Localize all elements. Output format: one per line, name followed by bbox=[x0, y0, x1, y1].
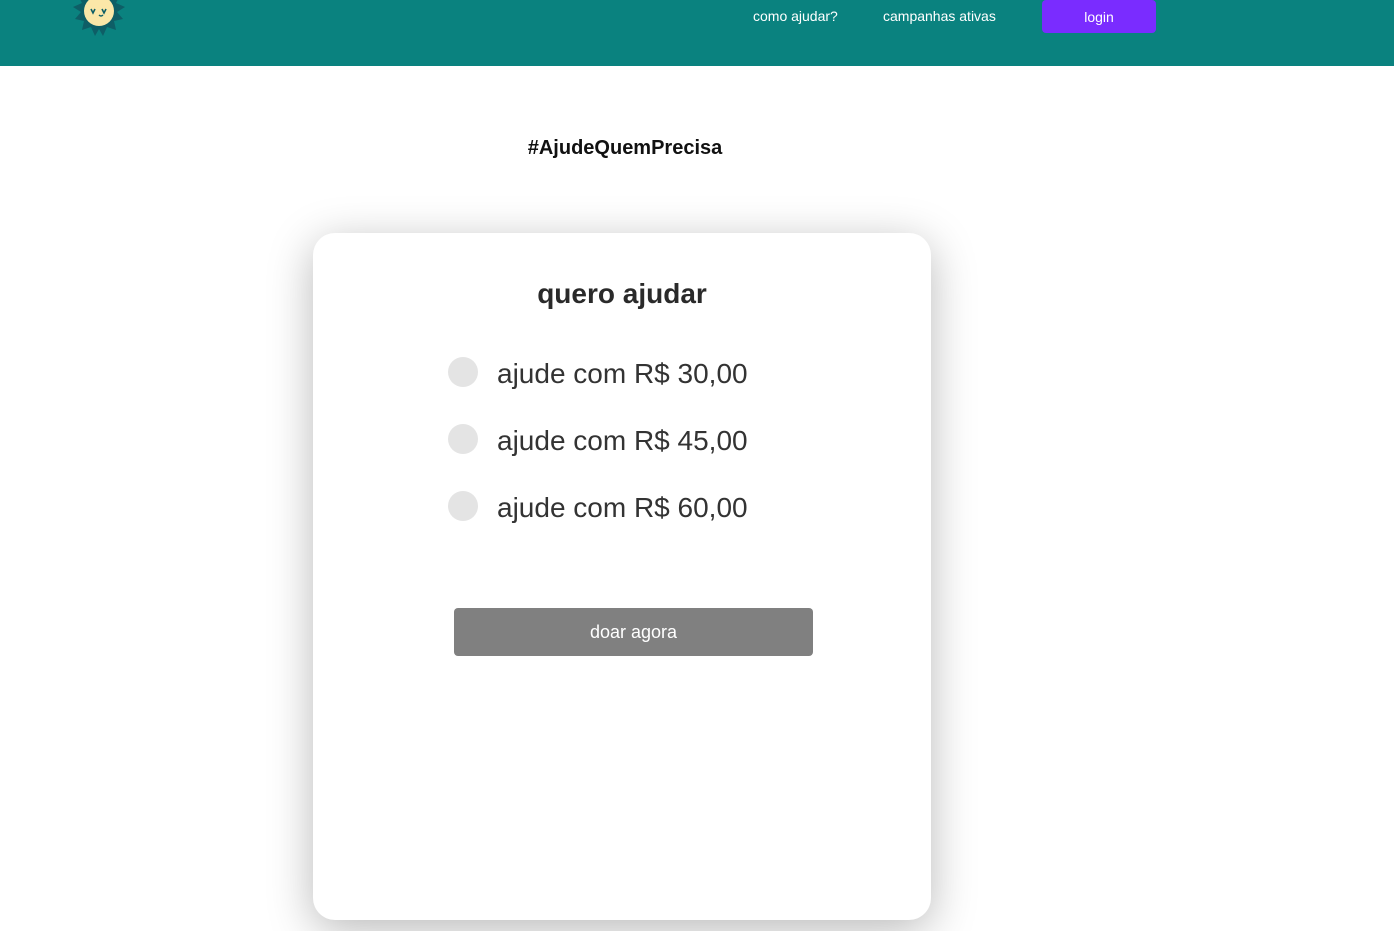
donation-option-45[interactable]: ajude com R$ 45,00 bbox=[448, 421, 748, 461]
radio-button[interactable] bbox=[448, 424, 478, 454]
card-title: quero ajudar bbox=[537, 278, 707, 309]
nav-link-como-ajudar[interactable]: como ajudar? bbox=[753, 8, 838, 24]
radio-button[interactable] bbox=[448, 491, 478, 521]
hashtag-heading: #AjudeQuemPrecisa bbox=[527, 137, 723, 159]
sun-face-logo-icon[interactable] bbox=[72, 0, 126, 38]
donation-option-label: ajude com R$ 45,00 bbox=[497, 425, 748, 456]
donation-option-label: ajude com R$ 60,00 bbox=[497, 492, 748, 523]
donate-now-button[interactable]: doar agora bbox=[454, 608, 813, 656]
login-button[interactable]: login bbox=[1042, 0, 1156, 33]
nav-link-campanhas-ativas[interactable]: campanhas ativas bbox=[883, 8, 996, 24]
top-navigation-bar: como ajudar? campanhas ativas login bbox=[0, 0, 1394, 66]
donation-option-60[interactable]: ajude com R$ 60,00 bbox=[448, 488, 748, 528]
donation-option-30[interactable]: ajude com R$ 30,00 bbox=[448, 354, 748, 394]
donation-option-label: ajude com R$ 30,00 bbox=[497, 358, 748, 389]
radio-button[interactable] bbox=[448, 357, 478, 387]
donation-card: quero ajudar ajude com R$ 30,00 ajude co… bbox=[313, 233, 931, 920]
